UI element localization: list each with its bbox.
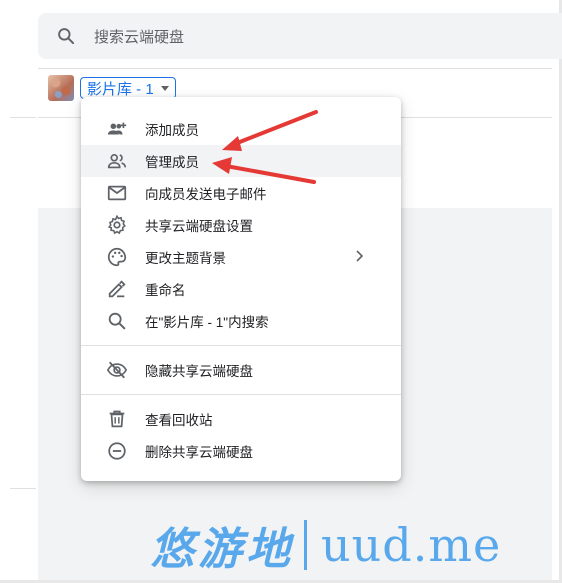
arrow-annotation-lower — [212, 157, 316, 184]
annotation-arrows — [212, 110, 318, 184]
watermark-divider — [304, 520, 307, 570]
watermark-domain: uud.me — [321, 518, 502, 572]
watermark-chinese: 悠游地 — [150, 524, 294, 575]
arrow-annotation-upper — [222, 110, 318, 151]
watermark: 悠游地 uud.me — [150, 512, 501, 578]
